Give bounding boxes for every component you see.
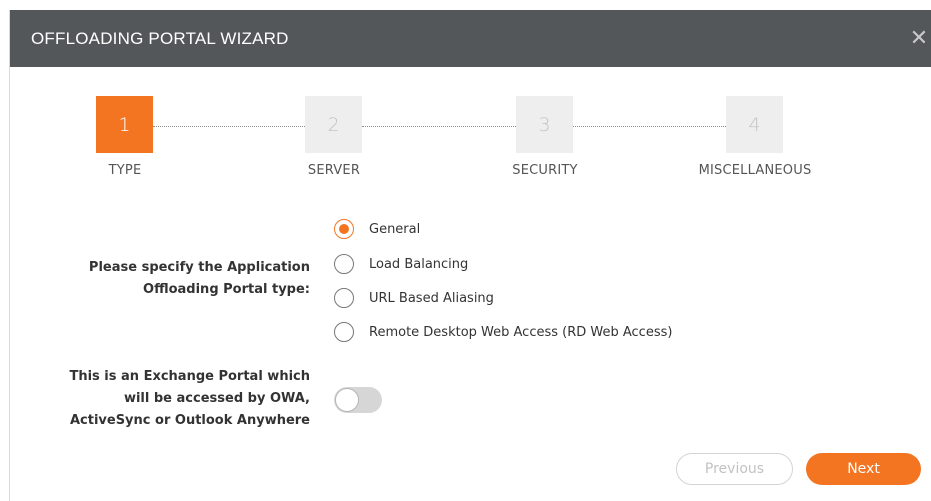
dialog-title: OFFLOADING PORTAL WIZARD (31, 29, 289, 48)
radio-general[interactable]: General (334, 218, 420, 240)
radio-load-balancing[interactable]: Load Balancing (334, 253, 468, 275)
radio-button[interactable] (334, 288, 354, 308)
radio-button[interactable] (334, 219, 354, 239)
radio-label: General (369, 221, 421, 237)
portal-type-label-line2: Offloading Portal type: (143, 282, 310, 297)
wizard-dialog: OFFLOADING PORTAL WIZARD ✕ 1 2 3 4 TYPE … (9, 10, 931, 501)
next-button[interactable]: Next (806, 453, 921, 485)
portal-type-label: Please specify the Application Offloadin… (89, 257, 310, 301)
step-2-server[interactable]: 2 (305, 96, 362, 153)
exchange-portal-label-line1: This is an Exchange Portal which (69, 369, 310, 384)
exchange-portal-toggle[interactable] (334, 387, 382, 413)
exchange-portal-label: This is an Exchange Portal which will be… (69, 366, 310, 432)
step-number: 4 (748, 113, 761, 136)
step-4-miscellaneous[interactable]: 4 (726, 96, 783, 153)
step-label-type: TYPE (108, 163, 142, 178)
step-number: 1 (118, 113, 131, 136)
step-1-type[interactable]: 1 (96, 96, 153, 153)
step-connector (153, 126, 305, 127)
radio-label: Load Balancing (369, 256, 469, 272)
radio-button[interactable] (334, 254, 354, 274)
step-connector (362, 126, 516, 127)
close-icon[interactable]: ✕ (908, 24, 930, 52)
step-label-server: SERVER (307, 163, 361, 178)
radio-dot (339, 224, 349, 234)
radio-label: URL Based Aliasing (369, 290, 494, 306)
radio-url-based-aliasing[interactable]: URL Based Aliasing (334, 287, 494, 309)
radio-label: Remote Desktop Web Access (RD Web Access… (369, 324, 673, 340)
portal-type-label-line1: Please specify the Application (88, 260, 310, 275)
step-label-miscellaneous: MISCELLANEOUS (698, 163, 812, 178)
exchange-portal-label-line2: will be accessed by OWA, (123, 391, 310, 406)
radio-rd-web-access[interactable]: Remote Desktop Web Access (RD Web Access… (334, 321, 672, 343)
step-3-security[interactable]: 3 (516, 96, 573, 153)
previous-button[interactable]: Previous (676, 453, 793, 485)
step-number: 3 (538, 113, 551, 136)
dialog-titlebar: OFFLOADING PORTAL WIZARD ✕ (10, 10, 931, 67)
radio-button[interactable] (334, 322, 354, 342)
step-connector (573, 126, 726, 127)
step-label-security: SECURITY (512, 163, 578, 178)
step-number: 2 (327, 113, 340, 136)
exchange-portal-label-line3: ActiveSync or Outlook Anywhere (69, 413, 310, 428)
toggle-knob (335, 388, 359, 412)
